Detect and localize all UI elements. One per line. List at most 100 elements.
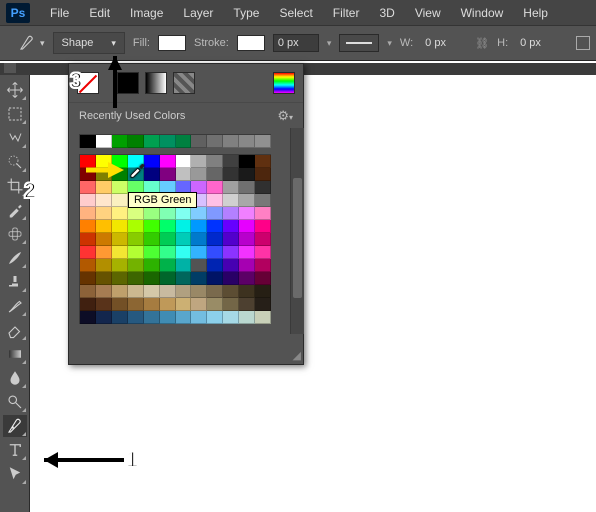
color-swatch[interactable] bbox=[191, 233, 207, 246]
stroke-swatch[interactable] bbox=[237, 35, 265, 51]
color-swatch[interactable] bbox=[96, 181, 112, 194]
color-swatch[interactable] bbox=[80, 259, 96, 272]
color-swatch[interactable] bbox=[160, 168, 176, 181]
recent-swatch[interactable] bbox=[239, 135, 255, 148]
color-swatch[interactable] bbox=[112, 207, 128, 220]
recent-swatch[interactable] bbox=[207, 135, 223, 148]
color-swatch[interactable] bbox=[144, 155, 160, 168]
color-swatch[interactable] bbox=[255, 285, 271, 298]
stroke-style-select[interactable] bbox=[339, 34, 379, 52]
path-select-tool[interactable] bbox=[3, 463, 27, 485]
align-edges-icon[interactable] bbox=[576, 36, 590, 50]
color-swatch[interactable] bbox=[96, 220, 112, 233]
color-swatch[interactable] bbox=[191, 220, 207, 233]
color-swatch[interactable] bbox=[207, 155, 223, 168]
color-swatch[interactable] bbox=[144, 207, 160, 220]
stamp-tool[interactable] bbox=[3, 271, 27, 293]
recent-swatch[interactable] bbox=[80, 135, 96, 148]
color-swatch[interactable] bbox=[80, 233, 96, 246]
color-picker-button[interactable] bbox=[273, 72, 295, 94]
color-swatch[interactable] bbox=[144, 272, 160, 285]
color-swatch[interactable] bbox=[112, 272, 128, 285]
fill-gradient-button[interactable] bbox=[145, 72, 167, 94]
gradient-tool[interactable] bbox=[3, 343, 27, 365]
stroke-width-input[interactable]: 0 px bbox=[273, 34, 319, 52]
menu-filter[interactable]: Filter bbox=[323, 6, 370, 20]
color-swatch[interactable] bbox=[144, 259, 160, 272]
history-brush-tool[interactable] bbox=[3, 295, 27, 317]
active-tool-indicator[interactable]: ▾ bbox=[18, 34, 45, 52]
panel-resize-grip-icon[interactable]: ◢ bbox=[293, 349, 301, 362]
color-swatch[interactable] bbox=[80, 311, 96, 324]
color-swatch[interactable] bbox=[112, 285, 128, 298]
color-swatch[interactable] bbox=[96, 233, 112, 246]
brush-tool[interactable] bbox=[3, 247, 27, 269]
color-swatch[interactable] bbox=[223, 181, 239, 194]
color-swatch[interactable] bbox=[128, 259, 144, 272]
color-swatch[interactable] bbox=[112, 311, 128, 324]
menu-3d[interactable]: 3D bbox=[369, 6, 404, 20]
color-swatch[interactable] bbox=[80, 272, 96, 285]
color-swatch[interactable] bbox=[239, 207, 255, 220]
color-swatch[interactable] bbox=[255, 298, 271, 311]
color-swatch[interactable] bbox=[207, 311, 223, 324]
color-swatch[interactable] bbox=[128, 233, 144, 246]
color-swatch[interactable] bbox=[144, 298, 160, 311]
color-swatch[interactable] bbox=[144, 246, 160, 259]
dodge-tool[interactable] bbox=[3, 391, 27, 413]
scroll-thumb[interactable] bbox=[293, 178, 302, 298]
color-swatch[interactable] bbox=[96, 168, 112, 181]
healing-tool[interactable] bbox=[3, 223, 27, 245]
color-swatch[interactable] bbox=[160, 272, 176, 285]
menu-window[interactable]: Window bbox=[451, 6, 514, 20]
color-swatch[interactable] bbox=[80, 207, 96, 220]
color-swatch[interactable] bbox=[128, 298, 144, 311]
type-tool[interactable] bbox=[3, 439, 27, 461]
color-swatch[interactable] bbox=[96, 285, 112, 298]
color-swatch[interactable] bbox=[176, 272, 192, 285]
color-swatch[interactable] bbox=[176, 311, 192, 324]
color-swatch[interactable] bbox=[144, 233, 160, 246]
color-swatch[interactable] bbox=[128, 207, 144, 220]
color-swatch[interactable] bbox=[239, 220, 255, 233]
color-swatch[interactable] bbox=[160, 285, 176, 298]
color-swatch[interactable] bbox=[160, 311, 176, 324]
color-swatch[interactable] bbox=[112, 298, 128, 311]
color-swatch[interactable] bbox=[112, 168, 128, 181]
color-swatch[interactable] bbox=[239, 298, 255, 311]
color-swatch[interactable] bbox=[239, 168, 255, 181]
eyedropper-tool[interactable] bbox=[3, 199, 27, 221]
color-swatch[interactable] bbox=[223, 220, 239, 233]
recent-swatch[interactable] bbox=[191, 135, 207, 148]
color-swatch[interactable] bbox=[239, 194, 255, 207]
color-swatch[interactable] bbox=[207, 181, 223, 194]
color-swatch[interactable] bbox=[176, 207, 192, 220]
recent-swatch[interactable] bbox=[128, 135, 144, 148]
color-swatch[interactable] bbox=[239, 246, 255, 259]
color-swatch[interactable] bbox=[255, 207, 271, 220]
recent-swatch[interactable] bbox=[144, 135, 160, 148]
color-swatch[interactable] bbox=[80, 246, 96, 259]
color-swatch[interactable] bbox=[160, 246, 176, 259]
color-swatch[interactable] bbox=[207, 233, 223, 246]
link-wh-icon[interactable]: ⛓ bbox=[475, 37, 489, 50]
blur-tool[interactable] bbox=[3, 367, 27, 389]
color-swatch[interactable] bbox=[223, 285, 239, 298]
menu-select[interactable]: Select bbox=[269, 6, 322, 20]
crop-tool[interactable] bbox=[3, 175, 27, 197]
color-swatch[interactable] bbox=[176, 259, 192, 272]
recent-swatch[interactable] bbox=[112, 135, 128, 148]
pen-tool[interactable] bbox=[3, 415, 27, 437]
marquee-tool[interactable] bbox=[3, 103, 27, 125]
color-swatch[interactable] bbox=[160, 207, 176, 220]
color-swatch[interactable] bbox=[96, 246, 112, 259]
color-swatch[interactable] bbox=[96, 259, 112, 272]
color-swatch[interactable] bbox=[80, 298, 96, 311]
color-swatch[interactable] bbox=[207, 285, 223, 298]
menu-image[interactable]: Image bbox=[120, 6, 173, 20]
menu-type[interactable]: Type bbox=[223, 6, 269, 20]
fill-swatch[interactable] bbox=[158, 35, 186, 51]
color-swatch[interactable] bbox=[176, 220, 192, 233]
color-swatch[interactable] bbox=[176, 155, 192, 168]
color-swatch[interactable] bbox=[191, 168, 207, 181]
